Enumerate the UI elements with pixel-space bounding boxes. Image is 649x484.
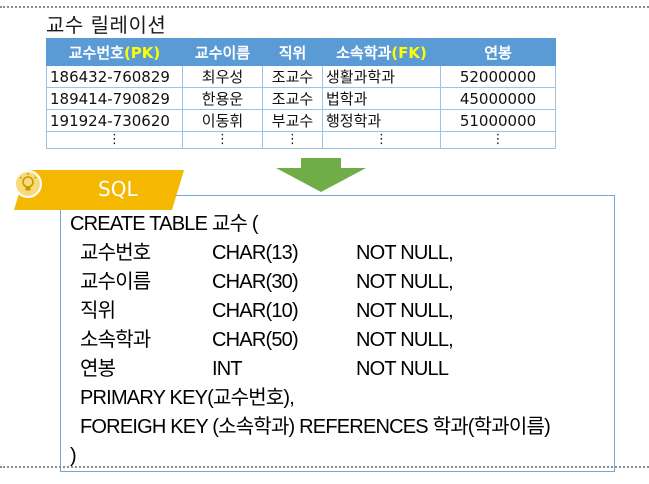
table-cell: 법학과 bbox=[322, 87, 441, 110]
sql-label: SQL bbox=[98, 177, 138, 201]
column-name: 직위 bbox=[80, 300, 116, 322]
sql-tab: SQL bbox=[14, 170, 184, 210]
column-constraint: NOT NULL, bbox=[356, 271, 454, 293]
table-row: 186432-760829 최우성 조교수 생활과학과 52000000 bbox=[46, 65, 556, 88]
table-cell: 186432-760829 bbox=[46, 65, 183, 88]
table-cell: 한용운 bbox=[182, 87, 263, 110]
lightbulb-icon bbox=[14, 170, 42, 198]
ellipsis-cell: ⋮ bbox=[182, 131, 263, 149]
header-cell: 소속학과(FK) bbox=[322, 38, 441, 66]
table-ellipsis-row: ⋮ ⋮ ⋮ ⋮ ⋮ bbox=[46, 131, 556, 149]
slide: 교수 릴레이션 교수번호(PK) 교수이름 직위 소속학과(FK) 연봉 186… bbox=[0, 0, 649, 484]
header-cell: 교수이름 bbox=[182, 38, 263, 66]
table-cell: 조교수 bbox=[262, 87, 323, 110]
column-name: 연봉 bbox=[80, 358, 116, 380]
table-row: 189414-790829 한용운 조교수 법학과 45000000 bbox=[46, 87, 556, 110]
bottom-dotted-divider bbox=[0, 466, 649, 468]
column-type: CHAR(13) bbox=[212, 242, 299, 264]
column-type: INT bbox=[212, 358, 243, 380]
column-constraint: NOT NULL, bbox=[356, 300, 454, 322]
down-arrow-icon bbox=[276, 158, 366, 192]
column-type: CHAR(10) bbox=[212, 300, 299, 322]
column-constraint: NOT NULL, bbox=[356, 329, 454, 351]
table-cell: 조교수 bbox=[262, 65, 323, 88]
fk-marker: (FK) bbox=[391, 43, 427, 62]
table-cell: 부교수 bbox=[262, 109, 323, 132]
table-cell: 행정학과 bbox=[322, 109, 441, 132]
column-name: 교수번호 bbox=[80, 242, 151, 264]
header-cell: 연봉 bbox=[440, 38, 556, 66]
table-cell: 191924-730620 bbox=[46, 109, 183, 132]
column-type: CHAR(50) bbox=[212, 329, 299, 351]
pk-marker: (PK) bbox=[123, 43, 161, 62]
professor-relation-table: 교수번호(PK) 교수이름 직위 소속학과(FK) 연봉 186432-7608… bbox=[46, 38, 556, 149]
table-cell: 51000000 bbox=[440, 109, 556, 132]
column-name: 교수이름 bbox=[80, 271, 151, 293]
relation-title: 교수 릴레이션 bbox=[46, 13, 167, 37]
table-cell: 최우성 bbox=[182, 65, 263, 88]
header-cell: 교수번호(PK) bbox=[46, 38, 183, 66]
column-constraint: NOT NULL bbox=[356, 358, 449, 380]
table-row: 191924-730620 이동휘 부교수 행정학과 51000000 bbox=[46, 109, 556, 132]
top-dotted-divider bbox=[0, 6, 649, 8]
table-cell: 45000000 bbox=[440, 87, 556, 110]
table-cell: 생활과학과 bbox=[322, 65, 441, 88]
ellipsis-cell: ⋮ bbox=[46, 131, 183, 149]
table-cell: 189414-790829 bbox=[46, 87, 183, 110]
ellipsis-cell: ⋮ bbox=[322, 131, 441, 149]
ellipsis-cell: ⋮ bbox=[440, 131, 556, 149]
header-cell: 직위 bbox=[262, 38, 323, 66]
table-header-row: 교수번호(PK) 교수이름 직위 소속학과(FK) 연봉 bbox=[46, 38, 556, 66]
column-type: CHAR(30) bbox=[212, 271, 299, 293]
ellipsis-cell: ⋮ bbox=[262, 131, 323, 149]
column-constraint: NOT NULL, bbox=[356, 242, 454, 264]
table-cell: 52000000 bbox=[440, 65, 556, 88]
table-cell: 이동휘 bbox=[182, 109, 263, 132]
column-name: 소속학과 bbox=[80, 329, 151, 351]
